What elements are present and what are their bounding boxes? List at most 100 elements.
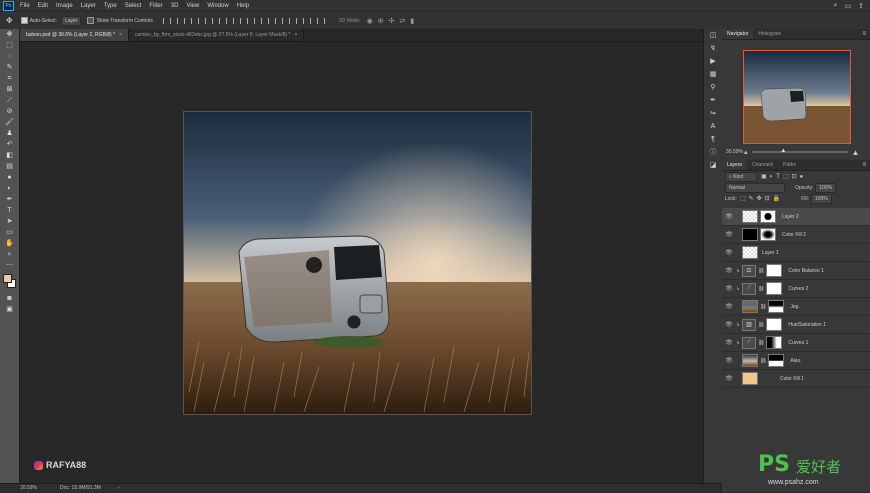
distribute-center-icon[interactable] bbox=[302, 17, 311, 24]
layer-name[interactable]: Alas. bbox=[790, 358, 801, 364]
layer-row[interactable]: 👁 Layer 1 bbox=[722, 244, 870, 262]
info-icon[interactable]: ⓘ bbox=[704, 146, 722, 159]
move-tool-icon[interactable]: ✥ bbox=[0, 29, 19, 40]
visibility-eye-icon[interactable]: 👁 bbox=[722, 303, 736, 310]
workspace-icon[interactable]: ▭ bbox=[845, 2, 852, 10]
eyedropper-tool-icon[interactable]: ⟋ bbox=[0, 95, 19, 106]
layer-name[interactable]: Color Fill 2 bbox=[782, 232, 806, 238]
menu-window[interactable]: Window bbox=[207, 3, 228, 9]
zoom-out-icon[interactable]: ▴ bbox=[744, 148, 748, 156]
distribute-left-icon[interactable] bbox=[288, 17, 297, 24]
menu-image[interactable]: Image bbox=[56, 3, 73, 9]
visibility-eye-icon[interactable]: 👁 bbox=[722, 339, 736, 346]
align-left-icon[interactable] bbox=[204, 17, 213, 24]
menu-select[interactable]: Select bbox=[125, 3, 142, 9]
layer-row[interactable]: 👁 Color Fill 2 bbox=[722, 226, 870, 244]
share-icon[interactable]: ⇪ bbox=[858, 2, 864, 10]
hand-tool-icon[interactable]: ✋ bbox=[0, 238, 19, 249]
menu-layer[interactable]: Layer bbox=[81, 3, 96, 9]
zoom-slider-handle[interactable]: ▲ bbox=[780, 148, 786, 154]
gradient-tool-icon[interactable]: ▤ bbox=[0, 161, 19, 172]
frame-tool-icon[interactable]: ⊠ bbox=[0, 84, 19, 95]
lasso-tool-icon[interactable]: ◌ bbox=[0, 51, 19, 62]
foreground-color-swatch[interactable] bbox=[3, 274, 12, 283]
menu-filter[interactable]: Filter bbox=[149, 3, 162, 9]
brush-tool-icon[interactable]: 🖌 bbox=[0, 117, 19, 128]
layer-filter-dropdown[interactable]: ⌕ Kind bbox=[725, 171, 757, 182]
path-select-tool-icon[interactable]: ➤ bbox=[0, 216, 19, 227]
align-center-icon[interactable] bbox=[218, 17, 227, 24]
layer-row[interactable]: 👁 ↳ ▥ ⛓ Hue/Saturation 1 bbox=[722, 316, 870, 334]
healing-tool-icon[interactable]: ⊘ bbox=[0, 106, 19, 117]
navigator-zoom-value[interactable]: 30.59% bbox=[726, 149, 744, 155]
shape-tool-icon[interactable]: ▭ bbox=[0, 227, 19, 238]
visibility-eye-icon[interactable]: 👁 bbox=[722, 267, 736, 274]
visibility-eye-icon[interactable]: 👁 bbox=[722, 249, 736, 256]
auto-select-checkbox[interactable] bbox=[20, 17, 28, 24]
menu-file[interactable]: File bbox=[20, 3, 30, 9]
panel-menu-icon[interactable]: ≡ bbox=[862, 29, 866, 39]
quick-select-tool-icon[interactable]: ✎ bbox=[0, 62, 19, 73]
tab-layers[interactable]: Layers bbox=[722, 160, 748, 170]
fill-input[interactable]: 100% bbox=[810, 193, 832, 204]
brushes-icon[interactable]: ✒ bbox=[704, 94, 722, 107]
doc-size[interactable]: Doc: 15.9M/91.3M bbox=[60, 485, 101, 491]
close-icon[interactable]: × bbox=[294, 32, 297, 38]
more-tools-icon[interactable]: ⋯ bbox=[0, 260, 19, 271]
tab-baloon[interactable]: baloon.psd @ 30.6% (Layer 2, RGB/8) * × bbox=[20, 29, 129, 41]
menu-view[interactable]: View bbox=[186, 3, 199, 9]
opacity-input[interactable]: 100% bbox=[815, 182, 837, 193]
layer-name[interactable]: Layer 2 bbox=[782, 214, 799, 220]
show-transform-checkbox[interactable] bbox=[87, 17, 95, 24]
dodge-tool-icon[interactable]: ◐ bbox=[0, 183, 19, 194]
type-tool-icon[interactable]: T bbox=[0, 205, 19, 216]
layer-name[interactable]: Hue/Saturation 1 bbox=[788, 322, 826, 328]
tab-paths[interactable]: Paths bbox=[778, 160, 801, 170]
align-middle-icon[interactable] bbox=[176, 17, 185, 24]
properties-icon[interactable]: ▦ bbox=[704, 68, 722, 81]
layer-row[interactable]: 👁 ⛓ Jeg. bbox=[722, 298, 870, 316]
close-icon[interactable]: × bbox=[119, 32, 122, 38]
history-icon[interactable]: ◫ bbox=[704, 29, 722, 42]
menu-type[interactable]: Type bbox=[104, 3, 117, 9]
status-arrow-icon[interactable]: › bbox=[118, 485, 120, 491]
marquee-tool-icon[interactable]: ⬚ bbox=[0, 40, 19, 51]
navigator-zoom-slider[interactable]: ▲ bbox=[751, 148, 848, 154]
tool-presets-icon[interactable]: ◪ bbox=[704, 159, 722, 172]
clone-source-icon[interactable]: ⚲ bbox=[704, 81, 722, 94]
document-canvas[interactable] bbox=[183, 111, 532, 415]
visibility-eye-icon[interactable]: 👁 bbox=[722, 285, 736, 292]
paragraph-icon[interactable]: ¶ bbox=[704, 133, 722, 146]
align-right-icon[interactable] bbox=[232, 17, 241, 24]
crop-tool-icon[interactable]: ⌗ bbox=[0, 73, 19, 84]
distribute-middle-icon[interactable] bbox=[260, 17, 269, 24]
blur-tool-icon[interactable]: ● bbox=[0, 172, 19, 183]
layer-row[interactable]: 👁 Color Fill 1 bbox=[722, 370, 870, 388]
tab-histogram[interactable]: Histogram bbox=[753, 29, 786, 39]
visibility-eye-icon[interactable]: 👁 bbox=[722, 213, 736, 220]
layer-name[interactable]: Layer 1 bbox=[762, 250, 779, 256]
tab-camion[interactable]: camion_by_fbm_stock-d63ebs.jpg @ 27.5% (… bbox=[128, 29, 305, 41]
zoom-tool-icon[interactable]: ⌕ bbox=[0, 249, 19, 260]
navigator-preview[interactable] bbox=[743, 50, 851, 144]
menu-help[interactable]: Help bbox=[237, 3, 249, 9]
pen-tool-icon[interactable]: ✒ bbox=[0, 194, 19, 205]
zoom-in-icon[interactable]: ▲ bbox=[852, 148, 860, 157]
lock-icons[interactable]: ⬚✎✥⊡🔒 bbox=[740, 195, 783, 202]
quick-mask-icon[interactable]: ◙ bbox=[0, 293, 19, 304]
align-top-icon[interactable] bbox=[162, 17, 171, 24]
actions-icon[interactable]: ▶ bbox=[704, 55, 722, 68]
blend-mode-dropdown[interactable]: Normal bbox=[725, 182, 785, 193]
menu-edit[interactable]: Edit bbox=[38, 3, 48, 9]
layer-name[interactable]: Color Fill 1 bbox=[780, 376, 804, 382]
layer-row[interactable]: 👁 ↳ ⟋ ⛓ Curves 2 bbox=[722, 280, 870, 298]
filter-type-icons[interactable]: ▣◐T⬚⊡● bbox=[761, 173, 806, 180]
visibility-eye-icon[interactable]: 👁 bbox=[722, 357, 736, 364]
visibility-eye-icon[interactable]: 👁 bbox=[722, 375, 736, 382]
distribute-top-icon[interactable] bbox=[246, 17, 255, 24]
distribute-bottom-icon[interactable] bbox=[274, 17, 283, 24]
move-tool-icon[interactable]: ✥ bbox=[6, 16, 13, 25]
layer-row[interactable]: 👁 ⛓ Alas. bbox=[722, 352, 870, 370]
character-icon[interactable]: A bbox=[704, 120, 722, 133]
3d-tools-icons[interactable]: ◉⊕✣⇄▮ bbox=[367, 17, 420, 25]
